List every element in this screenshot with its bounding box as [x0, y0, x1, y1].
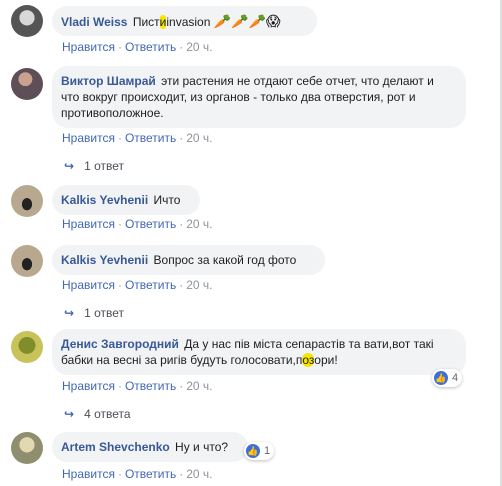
timestamp[interactable]: 20 ч.	[186, 217, 212, 231]
like-link[interactable]: Нравится	[62, 131, 115, 145]
comment-bubble: Денис Завгородний Да у нас пів міста сеп…	[52, 329, 466, 375]
like-link[interactable]: Нравится	[62, 467, 115, 481]
like-link[interactable]: Нравится	[62, 278, 115, 292]
comment-author[interactable]: Kalkis Yevhenii	[61, 193, 148, 207]
avatar[interactable]	[11, 331, 43, 363]
avatar[interactable]	[11, 185, 43, 217]
like-link[interactable]: Нравится	[62, 217, 115, 231]
comment-text: Ичто	[153, 193, 181, 207]
reply-arrow-icon: ↪	[64, 407, 75, 421]
comment-author[interactable]: Artem Shevchenko	[61, 440, 170, 454]
like-reaction-icon: 👍	[434, 371, 448, 385]
timestamp[interactable]: 20 ч.	[186, 40, 212, 54]
comment-actions: Нравится · Ответить · 20 ч.	[62, 40, 213, 54]
reply-arrow-icon: ↪	[64, 159, 75, 173]
like-reaction-icon: 👍	[246, 444, 260, 458]
comment-actions: Нравится · Ответить · 20 ч.	[62, 131, 213, 145]
timestamp[interactable]: 20 ч.	[186, 278, 212, 292]
comment-actions: Нравится · Ответить · 20 ч.	[62, 379, 213, 393]
timestamp[interactable]: 20 ч.	[186, 467, 212, 481]
avatar[interactable]	[11, 245, 43, 277]
emoji-group: 🥕🥕🥕😱	[213, 13, 281, 29]
reply-link[interactable]: Ответить	[125, 131, 176, 145]
like-link[interactable]: Нравится	[62, 379, 115, 393]
reply-link[interactable]: Ответить	[125, 379, 176, 393]
highlight-mark: оз	[302, 353, 315, 367]
reply-link[interactable]: Ответить	[125, 278, 176, 292]
comment-bubble: Виктор Шамрай эти растения не отдают себ…	[52, 66, 466, 128]
avatar[interactable]	[11, 68, 43, 100]
comment-text: Ну и что?	[175, 440, 229, 454]
comment-author[interactable]: Kalkis Yevhenii	[61, 253, 148, 267]
comment-author[interactable]: Денис Завгородний	[61, 337, 179, 351]
comment-bubble: Vladi Weiss Пистиinvasion 🥕🥕🥕😱	[52, 6, 317, 36]
timestamp[interactable]: 20 ч.	[186, 379, 212, 393]
view-replies-link[interactable]: ↪ 1 ответ	[64, 306, 124, 320]
reply-arrow-icon: ↪	[64, 306, 75, 320]
timestamp[interactable]: 20 ч.	[186, 131, 212, 145]
comment-actions: Нравится · Ответить · 20 ч.	[62, 278, 213, 292]
avatar[interactable]	[11, 432, 43, 464]
comment-author[interactable]: Vladi Weiss	[61, 15, 127, 29]
comment-actions: Нравится · Ответить · 20 ч.	[62, 217, 213, 231]
view-replies-link[interactable]: ↪ 1 ответ	[64, 159, 124, 173]
comment-bubble: Kalkis Yevhenii Вопрос за какой год фото	[52, 245, 325, 275]
comment-text: Вопрос за какой год фото	[153, 253, 297, 267]
reaction-summary[interactable]: 👍 1	[244, 442, 275, 460]
reply-link[interactable]: Ответить	[125, 217, 176, 231]
like-link[interactable]: Нравится	[62, 40, 115, 54]
view-replies-link[interactable]: ↪ 4 ответа	[64, 407, 131, 421]
comment-bubble: Artem Shevchenko Ну и что?	[52, 432, 248, 462]
avatar[interactable]	[11, 5, 43, 37]
comment-author[interactable]: Виктор Шамрай	[61, 74, 156, 88]
reply-link[interactable]: Ответить	[125, 40, 176, 54]
comment-text: Пистиinvasion	[132, 15, 211, 29]
reply-link[interactable]: Ответить	[125, 467, 176, 481]
reaction-summary[interactable]: 👍 4	[432, 369, 463, 387]
comment-actions: Нравится · Ответить · 20 ч.	[62, 467, 213, 481]
comment-bubble: Kalkis Yevhenii Ичто	[52, 185, 200, 215]
